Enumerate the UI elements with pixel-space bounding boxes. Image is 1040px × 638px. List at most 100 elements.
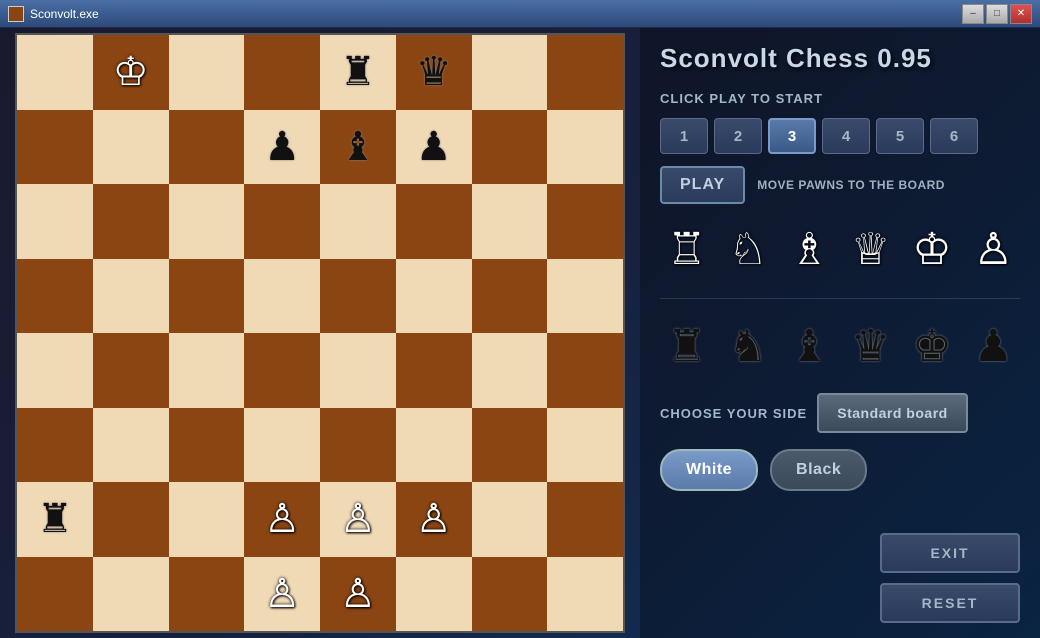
black-piece-option-4[interactable]: ♚	[905, 317, 958, 377]
cell-2-2[interactable]	[169, 184, 245, 259]
white-pieces-row: ♖♘♗♕♔♙	[660, 216, 1020, 284]
black-piece-option-0[interactable]: ♜	[660, 317, 713, 377]
cell-3-1[interactable]	[93, 259, 169, 334]
cell-0-5[interactable]: ♛	[396, 35, 472, 110]
cell-2-7[interactable]	[547, 184, 623, 259]
white-piece: ♙	[416, 499, 452, 539]
cell-7-4[interactable]: ♙	[320, 557, 396, 632]
cell-5-3[interactable]	[244, 408, 320, 483]
difficulty-btn-6[interactable]: 6	[930, 118, 978, 154]
pieces-divider	[660, 298, 1020, 299]
black-piece: ♟	[416, 127, 452, 167]
cell-4-0[interactable]	[17, 333, 93, 408]
cell-4-2[interactable]	[169, 333, 245, 408]
maximize-button[interactable]: □	[986, 4, 1008, 24]
cell-6-0[interactable]: ♜	[17, 482, 93, 557]
cell-7-1[interactable]	[93, 557, 169, 632]
cell-4-1[interactable]	[93, 333, 169, 408]
cell-0-2[interactable]	[169, 35, 245, 110]
difficulty-btn-1[interactable]: 1	[660, 118, 708, 154]
cell-7-5[interactable]	[396, 557, 472, 632]
cell-7-6[interactable]	[472, 557, 548, 632]
move-hint: MOVE PAWNS TO THE BOARD	[757, 178, 945, 192]
white-piece-option-3[interactable]: ♕	[844, 220, 897, 280]
difficulty-btn-2[interactable]: 2	[714, 118, 762, 154]
cell-5-6[interactable]	[472, 408, 548, 483]
cell-5-2[interactable]	[169, 408, 245, 483]
cell-5-0[interactable]	[17, 408, 93, 483]
cell-3-6[interactable]	[472, 259, 548, 334]
white-side-button[interactable]: White	[660, 449, 758, 491]
cell-4-6[interactable]	[472, 333, 548, 408]
difficulty-btn-3[interactable]: 3	[768, 118, 816, 154]
cell-1-5[interactable]: ♟	[396, 110, 472, 185]
difficulty-btn-4[interactable]: 4	[822, 118, 870, 154]
cell-5-5[interactable]	[396, 408, 472, 483]
white-piece-option-0[interactable]: ♖	[660, 220, 713, 280]
cell-1-6[interactable]	[472, 110, 548, 185]
cell-4-5[interactable]	[396, 333, 472, 408]
difficulty-btn-5[interactable]: 5	[876, 118, 924, 154]
cell-5-4[interactable]	[320, 408, 396, 483]
cell-6-3[interactable]: ♙	[244, 482, 320, 557]
cell-1-0[interactable]	[17, 110, 93, 185]
cell-3-5[interactable]	[396, 259, 472, 334]
cell-3-4[interactable]	[320, 259, 396, 334]
cell-3-0[interactable]	[17, 259, 93, 334]
cell-6-5[interactable]: ♙	[396, 482, 472, 557]
cell-4-4[interactable]	[320, 333, 396, 408]
cell-3-2[interactable]	[169, 259, 245, 334]
cell-6-7[interactable]	[547, 482, 623, 557]
cell-6-2[interactable]	[169, 482, 245, 557]
chess-board[interactable]: ♔♜♛♟♝♟♜♙♙♙♙♙	[15, 33, 625, 633]
cell-6-4[interactable]: ♙	[320, 482, 396, 557]
cell-6-6[interactable]	[472, 482, 548, 557]
cell-5-1[interactable]	[93, 408, 169, 483]
black-piece-option-1[interactable]: ♞	[721, 317, 774, 377]
cell-7-3[interactable]: ♙	[244, 557, 320, 632]
black-piece: ♜	[37, 499, 73, 539]
choose-side-row: White Black	[660, 449, 1020, 491]
cell-0-4[interactable]: ♜	[320, 35, 396, 110]
cell-1-1[interactable]	[93, 110, 169, 185]
cell-7-2[interactable]	[169, 557, 245, 632]
cell-2-0[interactable]	[17, 184, 93, 259]
play-button[interactable]: PLAY	[660, 166, 745, 204]
cell-1-4[interactable]: ♝	[320, 110, 396, 185]
cell-2-1[interactable]	[93, 184, 169, 259]
cell-0-6[interactable]	[472, 35, 548, 110]
exit-button[interactable]: EXIT	[880, 533, 1020, 573]
cell-7-7[interactable]	[547, 557, 623, 632]
cell-2-5[interactable]	[396, 184, 472, 259]
white-piece-option-2[interactable]: ♗	[783, 220, 836, 280]
white-piece-option-1[interactable]: ♘	[721, 220, 774, 280]
cell-3-3[interactable]	[244, 259, 320, 334]
close-button[interactable]: ✕	[1010, 4, 1032, 24]
reset-button[interactable]: RESET	[880, 583, 1020, 623]
cell-0-7[interactable]	[547, 35, 623, 110]
cell-4-3[interactable]	[244, 333, 320, 408]
cell-2-4[interactable]	[320, 184, 396, 259]
cell-4-7[interactable]	[547, 333, 623, 408]
cell-0-0[interactable]	[17, 35, 93, 110]
cell-1-7[interactable]	[547, 110, 623, 185]
app-icon	[8, 6, 24, 22]
cell-1-2[interactable]	[169, 110, 245, 185]
cell-6-1[interactable]	[93, 482, 169, 557]
cell-1-3[interactable]: ♟	[244, 110, 320, 185]
minimize-button[interactable]: –	[962, 4, 984, 24]
cell-5-7[interactable]	[547, 408, 623, 483]
black-piece-option-5[interactable]: ♟	[967, 317, 1020, 377]
cell-0-1[interactable]: ♔	[93, 35, 169, 110]
black-side-button[interactable]: Black	[770, 449, 867, 491]
cell-7-0[interactable]	[17, 557, 93, 632]
white-piece-option-4[interactable]: ♔	[905, 220, 958, 280]
cell-2-6[interactable]	[472, 184, 548, 259]
cell-0-3[interactable]	[244, 35, 320, 110]
cell-2-3[interactable]	[244, 184, 320, 259]
white-piece-option-5[interactable]: ♙	[967, 220, 1020, 280]
standard-board-button[interactable]: Standard board	[817, 393, 967, 433]
black-piece-option-3[interactable]: ♛	[844, 317, 897, 377]
cell-3-7[interactable]	[547, 259, 623, 334]
black-piece-option-2[interactable]: ♝	[783, 317, 836, 377]
